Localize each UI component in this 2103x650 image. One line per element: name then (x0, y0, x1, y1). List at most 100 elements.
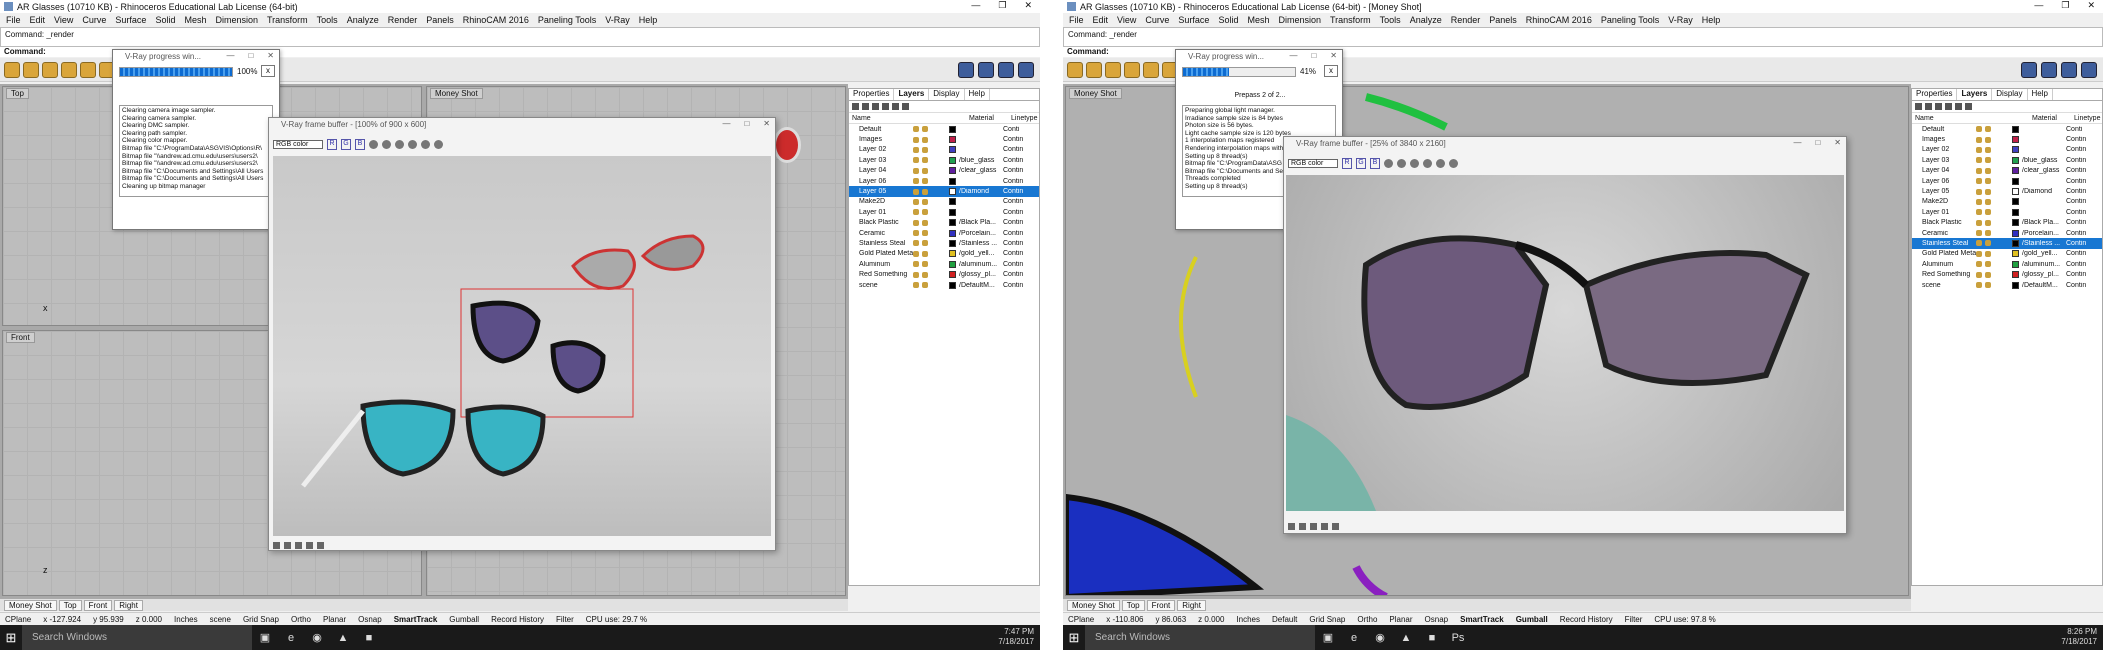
close-icon[interactable]: ✕ (763, 119, 770, 128)
menu-dimension[interactable]: Dimension (1278, 15, 1321, 25)
layer-row[interactable]: Layer 06 Contin (849, 176, 1039, 186)
visibility-icon[interactable] (1976, 219, 1982, 226)
vray-help-icon[interactable] (1018, 62, 1034, 78)
layer-material[interactable]: /blue_glass (959, 157, 1003, 164)
system-clock[interactable]: 8:26 PM 7/18/2017 (2061, 627, 2097, 647)
task-view-icon[interactable]: ▣ (252, 625, 278, 650)
edge-icon[interactable]: e (278, 625, 304, 650)
lock-icon[interactable] (922, 188, 928, 195)
menu-help[interactable]: Help (1702, 15, 1721, 25)
stamp-icon[interactable] (306, 541, 313, 549)
layer-linetype[interactable]: Contin (2066, 136, 2096, 143)
layer-row[interactable]: Layer 02 Contin (1912, 145, 2102, 155)
status-grid-snap[interactable]: Grid Snap (243, 615, 279, 624)
layer-material[interactable]: /Black Pla... (2022, 219, 2066, 226)
layer-row[interactable]: Images Contin (849, 134, 1039, 144)
layer-row[interactable]: Layer 06 Contin (1912, 176, 2102, 186)
delete-layer-icon[interactable] (872, 103, 879, 110)
menu-vray[interactable]: V-Ray (605, 15, 630, 25)
status-layer[interactable]: Default (1272, 615, 1297, 624)
status-filter[interactable]: Filter (1625, 615, 1643, 624)
history-icon[interactable] (1288, 522, 1295, 530)
layer-linetype[interactable]: Contin (2066, 261, 2096, 268)
lens-fx-icon[interactable] (295, 541, 302, 549)
tab-money-shot[interactable]: Money Shot (4, 599, 57, 611)
region-render-icon[interactable] (1436, 159, 1445, 168)
menu-edit[interactable]: Edit (1093, 15, 1109, 25)
new-layer-icon[interactable] (1915, 103, 1922, 110)
header-linetype[interactable]: Linetype (2056, 115, 2100, 122)
menu-mesh[interactable]: Mesh (184, 15, 206, 25)
windows-start-icon[interactable]: ⊞ (1063, 625, 1085, 650)
vray-render-icon[interactable] (958, 62, 974, 78)
menu-dimension[interactable]: Dimension (215, 15, 258, 25)
minimize-icon[interactable]: — (2034, 0, 2043, 11)
viewport-label-front[interactable]: Front (6, 332, 35, 343)
visibility-icon[interactable] (913, 219, 919, 226)
visibility-icon[interactable] (1976, 261, 1982, 268)
layer-row[interactable]: scene/DefaultM... Contin (1912, 280, 2102, 290)
visibility-icon[interactable] (1976, 136, 1982, 143)
layer-linetype[interactable]: Contin (2066, 167, 2096, 174)
layer-color-swatch[interactable] (2012, 229, 2019, 237)
layer-linetype[interactable]: Conti (1003, 126, 1033, 133)
tab-money-shot[interactable]: Money Shot (1067, 599, 1120, 611)
tab-right[interactable]: Right (1177, 599, 1206, 611)
layer-linetype[interactable]: Contin (1003, 167, 1033, 174)
status-grid-snap[interactable]: Grid Snap (1309, 615, 1345, 624)
layer-linetype[interactable]: Contin (1003, 178, 1033, 185)
move-down-icon[interactable] (1955, 103, 1962, 110)
filter-icon[interactable] (1965, 103, 1972, 110)
tab-layers[interactable]: Layers (1957, 89, 1993, 100)
layer-row[interactable]: Ceramic/Porcelain... Contin (1912, 228, 2102, 238)
lock-icon[interactable] (1985, 178, 1991, 185)
visibility-icon[interactable] (913, 178, 919, 185)
layer-color-swatch[interactable] (949, 208, 956, 216)
layer-material[interactable]: /blue_glass (2022, 157, 2066, 164)
status-gumball[interactable]: Gumball (1516, 615, 1548, 624)
layer-material[interactable]: /Porcelain... (959, 230, 1003, 237)
new-file-icon[interactable] (4, 61, 20, 78)
layer-material[interactable]: /Diamond (2022, 188, 2066, 195)
progress-close-button[interactable]: x (261, 65, 275, 77)
layer-row[interactable]: Black Plastic/Black Pla... Contin (1912, 218, 2102, 228)
lock-icon[interactable] (1985, 136, 1991, 143)
layer-row[interactable]: Make2D Contin (849, 197, 1039, 207)
layer-material[interactable]: /DefaultM... (2022, 282, 2066, 289)
maximize-icon[interactable]: □ (744, 119, 749, 128)
menu-paneling-tools[interactable]: Paneling Tools (1601, 15, 1659, 25)
layer-color-swatch[interactable] (2012, 156, 2019, 164)
visibility-icon[interactable] (913, 250, 919, 257)
lock-icon[interactable] (922, 219, 928, 226)
tab-top[interactable]: Top (58, 599, 82, 611)
lock-icon[interactable] (1985, 261, 1991, 268)
visibility-icon[interactable] (913, 240, 919, 247)
close-icon[interactable]: ✕ (267, 51, 274, 60)
layer-row[interactable]: Stainless Steal/Stainless ... Contin (849, 238, 1039, 248)
mono-icon[interactable] (1384, 159, 1393, 168)
material-editor-icon[interactable] (80, 61, 96, 78)
layer-row[interactable]: Layer 05/Diamond Contin (1912, 186, 2102, 196)
channel-r-toggle[interactable]: R (1342, 158, 1352, 169)
layer-row[interactable]: Layer 01 Contin (849, 207, 1039, 217)
layer-material[interactable]: /glossy_pl... (2022, 271, 2066, 278)
layer-row[interactable]: Default Conti (849, 124, 1039, 134)
status-ortho[interactable]: Ortho (1357, 615, 1377, 624)
new-sublayer-icon[interactable] (862, 103, 869, 110)
layer-color-swatch[interactable] (949, 125, 956, 133)
material-editor-icon[interactable] (1143, 61, 1159, 78)
header-material[interactable]: Material (2012, 115, 2057, 122)
save-image-icon[interactable] (1397, 159, 1406, 168)
viewport-label-top[interactable]: Top (6, 88, 29, 99)
layer-row[interactable]: Default Conti (1912, 124, 2102, 134)
layer-color-swatch[interactable] (949, 198, 956, 206)
layer-row[interactable]: Layer 01 Contin (1912, 207, 2102, 217)
layer-linetype[interactable]: Contin (1003, 282, 1033, 289)
layer-row[interactable]: Ceramic/Porcelain... Contin (849, 228, 1039, 238)
channel-b-toggle[interactable]: B (1370, 158, 1380, 169)
vray-frame-buffer[interactable]: V-Ray frame buffer - [25% of 3840 x 2160… (1283, 136, 1847, 534)
layer-row[interactable]: Layer 04/clear_glass Contin (1912, 166, 2102, 176)
lock-icon[interactable] (922, 209, 928, 216)
vray-options-icon[interactable] (978, 62, 994, 78)
clear-image-icon[interactable] (395, 140, 404, 149)
